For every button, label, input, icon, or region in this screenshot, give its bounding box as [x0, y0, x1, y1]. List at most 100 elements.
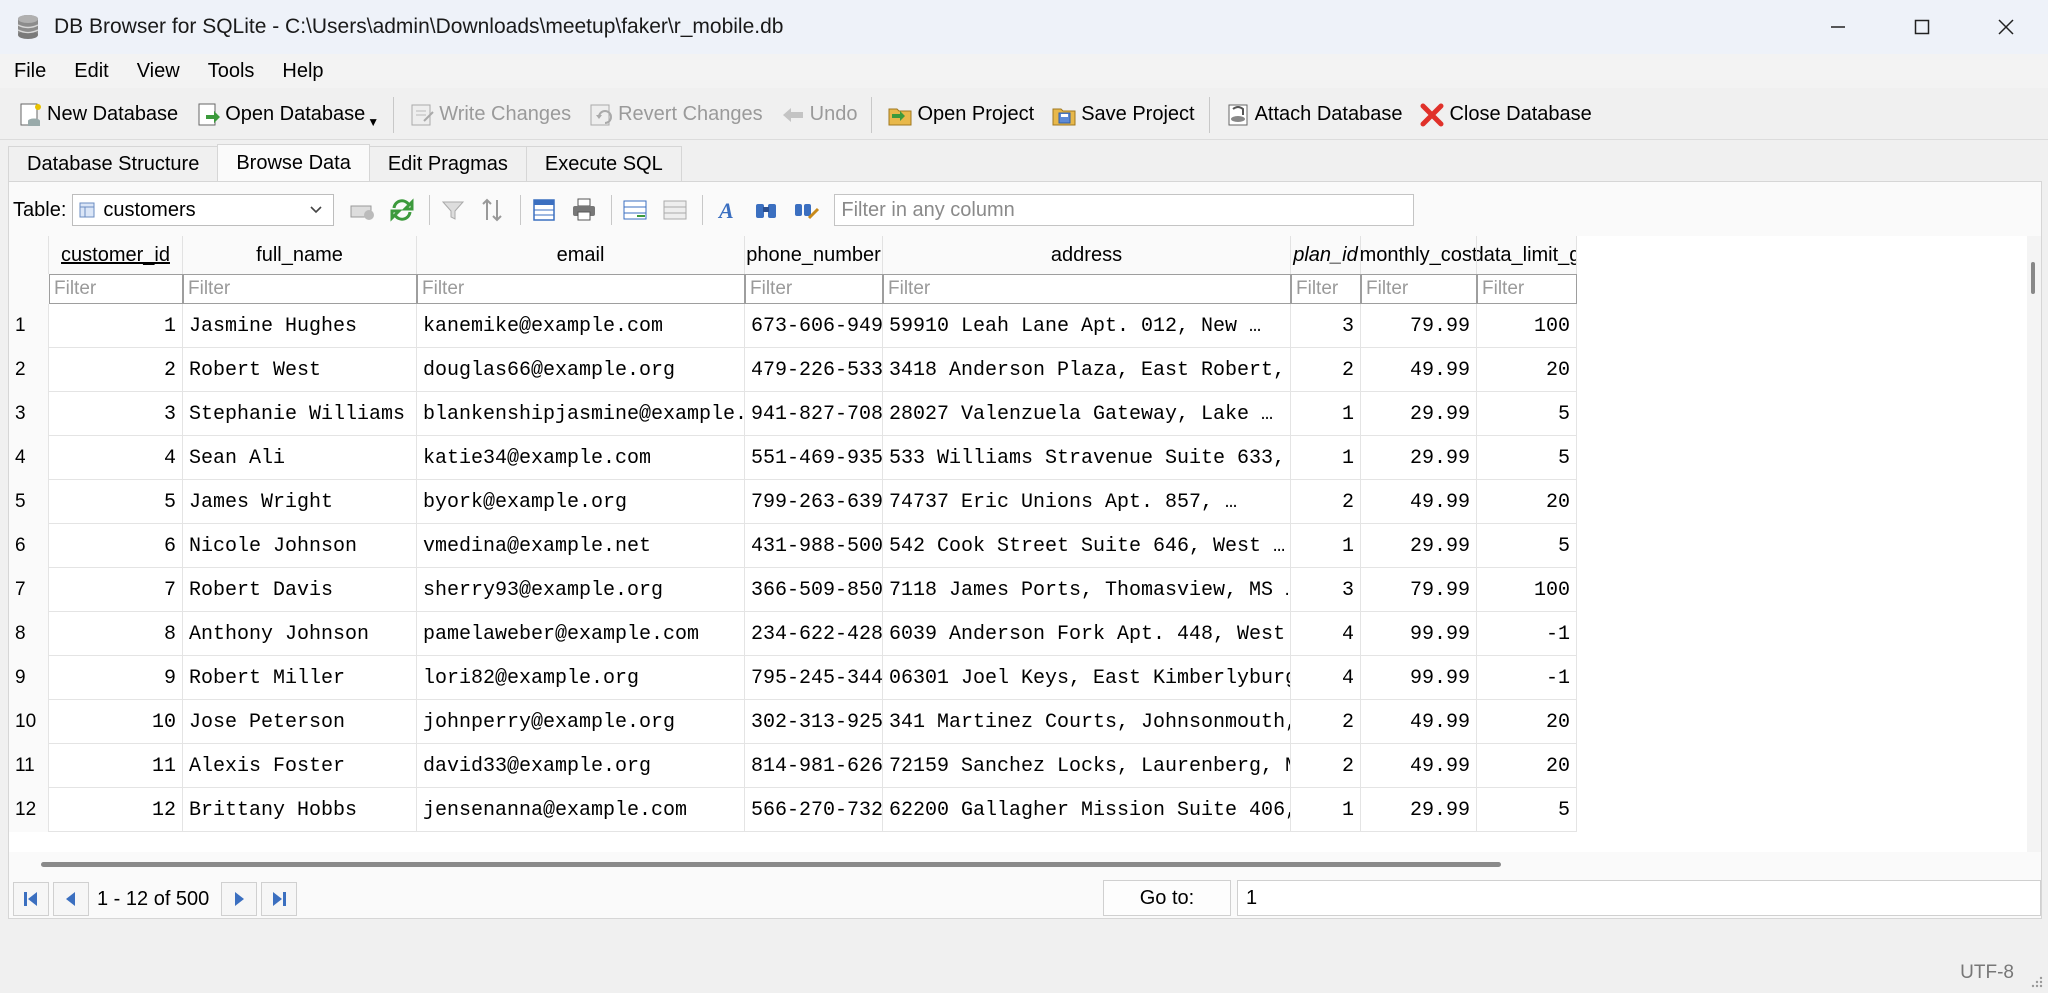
cell-full-name[interactable]: Robert Davis [183, 568, 417, 612]
cell-full-name[interactable]: Stephanie Williams [183, 392, 417, 436]
cell-monthly-cost[interactable]: 29.99 [1361, 436, 1477, 480]
cell-plan-id[interactable]: 1 [1291, 788, 1361, 832]
row-number[interactable]: 12 [9, 788, 49, 832]
cell-address[interactable]: 74737 Eric Unions Apt. 857, … [883, 480, 1291, 524]
filter-input-address[interactable]: Filter [883, 274, 1291, 304]
cell-data-limit[interactable]: 5 [1477, 524, 1577, 568]
cell-email[interactable]: kanemike@example.com [417, 304, 745, 348]
cell-data-limit[interactable]: -1 [1477, 656, 1577, 700]
cell-phone[interactable]: 431-988-5008 [745, 524, 883, 568]
column-header-phone-number[interactable]: phone_number [745, 236, 883, 274]
dropdown-arrow-icon[interactable]: ▼ [367, 115, 379, 129]
global-filter-input[interactable]: Filter in any column [834, 194, 1415, 226]
table-row[interactable]: 11 11 Alexis Foster david33@example.org 814-… [9, 744, 1577, 788]
column-header-address[interactable]: address [883, 236, 1291, 274]
filter-input-customer-id[interactable]: Filter [49, 274, 183, 304]
cell-data-limit[interactable]: 100 [1477, 304, 1577, 348]
close-database-button[interactable]: Close Database [1410, 94, 1599, 136]
cell-phone[interactable]: 814-981-6266 [745, 744, 883, 788]
cell-customer-id[interactable]: 9 [49, 656, 183, 700]
cell-email[interactable]: sherry93@example.org [417, 568, 745, 612]
cell-address[interactable]: 62200 Gallagher Mission Suite 406, … [883, 788, 1291, 832]
cell-data-limit[interactable]: -1 [1477, 612, 1577, 656]
previous-page-button[interactable] [53, 882, 89, 916]
cell-plan-id[interactable]: 4 [1291, 612, 1361, 656]
cell-customer-id[interactable]: 8 [49, 612, 183, 656]
cell-address[interactable]: 542 Cook Street Suite 646, West … [883, 524, 1291, 568]
cell-email[interactable]: vmedina@example.net [417, 524, 745, 568]
go-to-input[interactable]: 1 [1237, 880, 2041, 916]
cell-full-name[interactable]: Jose Peterson [183, 700, 417, 744]
cell-customer-id[interactable]: 2 [49, 348, 183, 392]
cell-phone[interactable]: 941-827-7086 [745, 392, 883, 436]
cell-data-limit[interactable]: 5 [1477, 436, 1577, 480]
cell-customer-id[interactable]: 5 [49, 480, 183, 524]
cell-customer-id[interactable]: 4 [49, 436, 183, 480]
set-font-button[interactable]: A [708, 192, 744, 228]
row-number[interactable]: 8 [9, 612, 49, 656]
tab-database-structure[interactable]: Database Structure [8, 146, 219, 182]
cell-customer-id[interactable]: 10 [49, 700, 183, 744]
cell-phone[interactable]: 234-622-4286 [745, 612, 883, 656]
revert-changes-button[interactable]: Revert Changes [579, 94, 771, 136]
cell-address[interactable]: 533 Williams Stravenue Suite 633, … [883, 436, 1291, 480]
refresh-button[interactable] [384, 192, 420, 228]
cell-phone[interactable]: 302-313-9258 [745, 700, 883, 744]
row-number[interactable]: 1 [9, 304, 49, 348]
save-project-button[interactable]: Save Project [1042, 94, 1202, 136]
cell-monthly-cost[interactable]: 49.99 [1361, 480, 1477, 524]
cell-full-name[interactable]: Nicole Johnson [183, 524, 417, 568]
row-number[interactable]: 4 [9, 436, 49, 480]
table-row[interactable]: 9 9 Robert Miller lori82@example.org 795-245… [9, 656, 1577, 700]
cell-email[interactable]: douglas66@example.org [417, 348, 745, 392]
resize-grip-icon[interactable] [2030, 975, 2044, 989]
horizontal-scroll-thumb[interactable] [41, 862, 1501, 867]
cell-full-name[interactable]: Anthony Johnson [183, 612, 417, 656]
cell-monthly-cost[interactable]: 99.99 [1361, 656, 1477, 700]
first-page-button[interactable] [13, 882, 49, 916]
column-header-customer-id[interactable]: customer_id [49, 236, 183, 274]
table-row[interactable]: 10 10 Jose Peterson johnperry@example.org 30… [9, 700, 1577, 744]
filter-input-data-limit-g[interactable]: Filter [1477, 274, 1577, 304]
cell-address[interactable]: 06301 Joel Keys, East Kimberlyburgh,… [883, 656, 1291, 700]
menu-file[interactable]: File [0, 60, 60, 83]
menu-view[interactable]: View [123, 60, 194, 83]
cell-address[interactable]: 341 Martinez Courts, Johnsonmouth, W… [883, 700, 1291, 744]
cell-monthly-cost[interactable]: 49.99 [1361, 348, 1477, 392]
minimize-button[interactable] [1796, 0, 1880, 54]
maximize-button[interactable] [1880, 0, 1964, 54]
new-database-button[interactable]: New Database [8, 94, 186, 136]
cell-customer-id[interactable]: 1 [49, 304, 183, 348]
filter-input-full-name[interactable]: Filter [183, 274, 417, 304]
cell-phone[interactable]: 366-509-8507 [745, 568, 883, 612]
cell-data-limit[interactable]: 5 [1477, 788, 1577, 832]
table-row[interactable]: 8 8 Anthony Johnson pamelaweber@example.com… [9, 612, 1577, 656]
table-row[interactable]: 3 3 Stephanie Williams blankenshipjasmine@e… [9, 392, 1577, 436]
cell-customer-id[interactable]: 11 [49, 744, 183, 788]
cell-plan-id[interactable]: 4 [1291, 656, 1361, 700]
go-to-button[interactable]: Go to: [1103, 880, 1231, 916]
row-number[interactable]: 10 [9, 700, 49, 744]
cell-plan-id[interactable]: 2 [1291, 700, 1361, 744]
write-changes-button[interactable]: Write Changes [400, 94, 579, 136]
print-button[interactable] [566, 192, 602, 228]
last-page-button[interactable] [261, 882, 298, 916]
cell-customer-id[interactable]: 6 [49, 524, 183, 568]
cell-email[interactable]: johnperry@example.org [417, 700, 745, 744]
cell-monthly-cost[interactable]: 79.99 [1361, 568, 1477, 612]
cell-full-name[interactable]: Sean Ali [183, 436, 417, 480]
row-number[interactable]: 7 [9, 568, 49, 612]
filter-input-phone-number[interactable]: Filter [745, 274, 883, 304]
cell-data-limit[interactable]: 100 [1477, 568, 1577, 612]
table-row[interactable]: 4 4 Sean Ali katie34@example.com 551-469-935… [9, 436, 1577, 480]
cell-plan-id[interactable]: 3 [1291, 568, 1361, 612]
column-header-plan-id[interactable]: plan_id [1291, 236, 1361, 274]
cell-monthly-cost[interactable]: 49.99 [1361, 700, 1477, 744]
cell-email[interactable]: lori82@example.org [417, 656, 745, 700]
tab-execute-sql[interactable]: Execute SQL [525, 146, 682, 182]
cell-address[interactable]: 72159 Sanchez Locks, Laurenberg, MH … [883, 744, 1291, 788]
row-number[interactable]: 6 [9, 524, 49, 568]
cell-email[interactable]: byork@example.org [417, 480, 745, 524]
cell-data-limit[interactable]: 5 [1477, 392, 1577, 436]
horizontal-scrollbar[interactable] [9, 858, 2041, 872]
